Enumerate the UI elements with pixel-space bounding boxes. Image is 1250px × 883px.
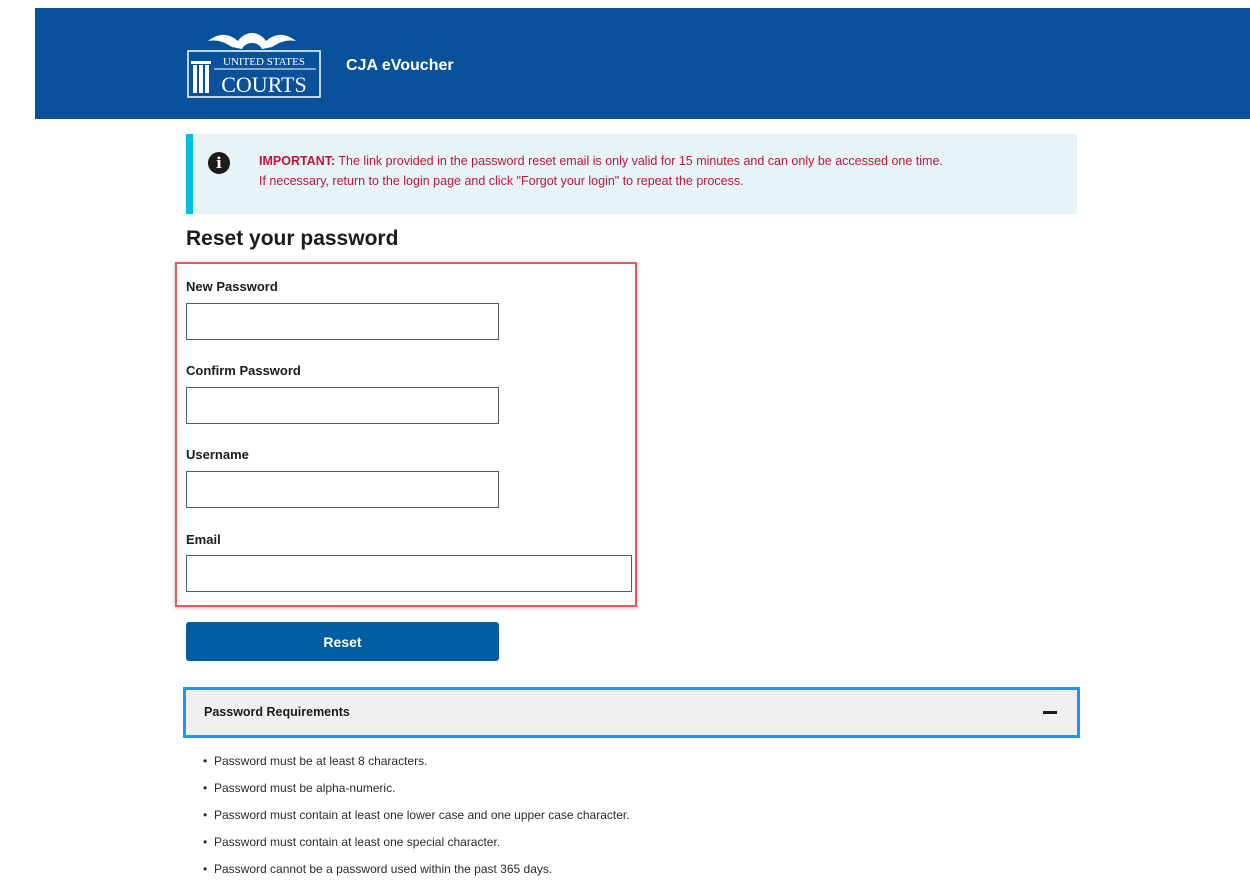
bullet-icon: • bbox=[203, 835, 208, 849]
list-item: • Password must be at least 8 characters. bbox=[203, 748, 630, 775]
bullet-icon: • bbox=[203, 808, 208, 822]
new-password-label: New Password bbox=[186, 279, 278, 294]
important-alert: i IMPORTANT: The link provided in the pa… bbox=[186, 134, 1077, 214]
logo-text-bottom: COURTS bbox=[221, 72, 306, 97]
us-courts-logo[interactable]: UNITED STATES COURTS bbox=[186, 27, 322, 99]
alert-line-2: If necessary, return to the login page a… bbox=[259, 174, 744, 188]
page-title: Reset your password bbox=[186, 227, 399, 250]
password-requirements-toggle[interactable]: Password Requirements bbox=[183, 687, 1080, 738]
requirement-text: Password cannot be a password used withi… bbox=[214, 862, 553, 876]
list-item: • Password must contain at least one lowe… bbox=[203, 802, 630, 829]
confirm-password-label: Confirm Password bbox=[186, 363, 301, 378]
requirement-text: Password must contain at least one speci… bbox=[214, 835, 501, 849]
app-title[interactable]: CJA eVoucher bbox=[346, 57, 454, 75]
requirement-text: Password must be at least 8 characters. bbox=[214, 754, 428, 768]
list-item: • Password must be alpha-numeric. bbox=[203, 775, 630, 802]
requirements-title: Password Requirements bbox=[204, 705, 350, 719]
logo-text-top: UNITED STATES bbox=[223, 56, 305, 68]
alert-line-1: The link provided in the password reset … bbox=[335, 154, 943, 168]
confirm-password-input[interactable] bbox=[186, 387, 499, 424]
requirement-text: Password must be alpha-numeric. bbox=[214, 781, 396, 795]
email-label: Email bbox=[186, 532, 221, 547]
reset-button[interactable]: Reset bbox=[186, 622, 499, 661]
alert-label: IMPORTANT: bbox=[259, 154, 336, 168]
requirement-text: Password must contain at least one lower… bbox=[214, 808, 630, 822]
eagle-emblem bbox=[208, 33, 296, 49]
username-label: Username bbox=[186, 447, 249, 462]
requirements-list: • Password must be at least 8 characters.… bbox=[203, 748, 630, 883]
info-icon: i bbox=[208, 152, 230, 174]
new-password-input[interactable] bbox=[186, 303, 499, 340]
alert-message: IMPORTANT: The link provided in the pass… bbox=[259, 151, 1069, 191]
bullet-icon: • bbox=[203, 754, 208, 768]
username-input[interactable] bbox=[186, 471, 499, 508]
courthouse-columns bbox=[191, 61, 211, 93]
minus-icon bbox=[1043, 711, 1057, 714]
list-item: • Password must contain at least one spec… bbox=[203, 829, 630, 856]
email-input[interactable] bbox=[186, 555, 632, 592]
bullet-icon: • bbox=[203, 781, 208, 795]
